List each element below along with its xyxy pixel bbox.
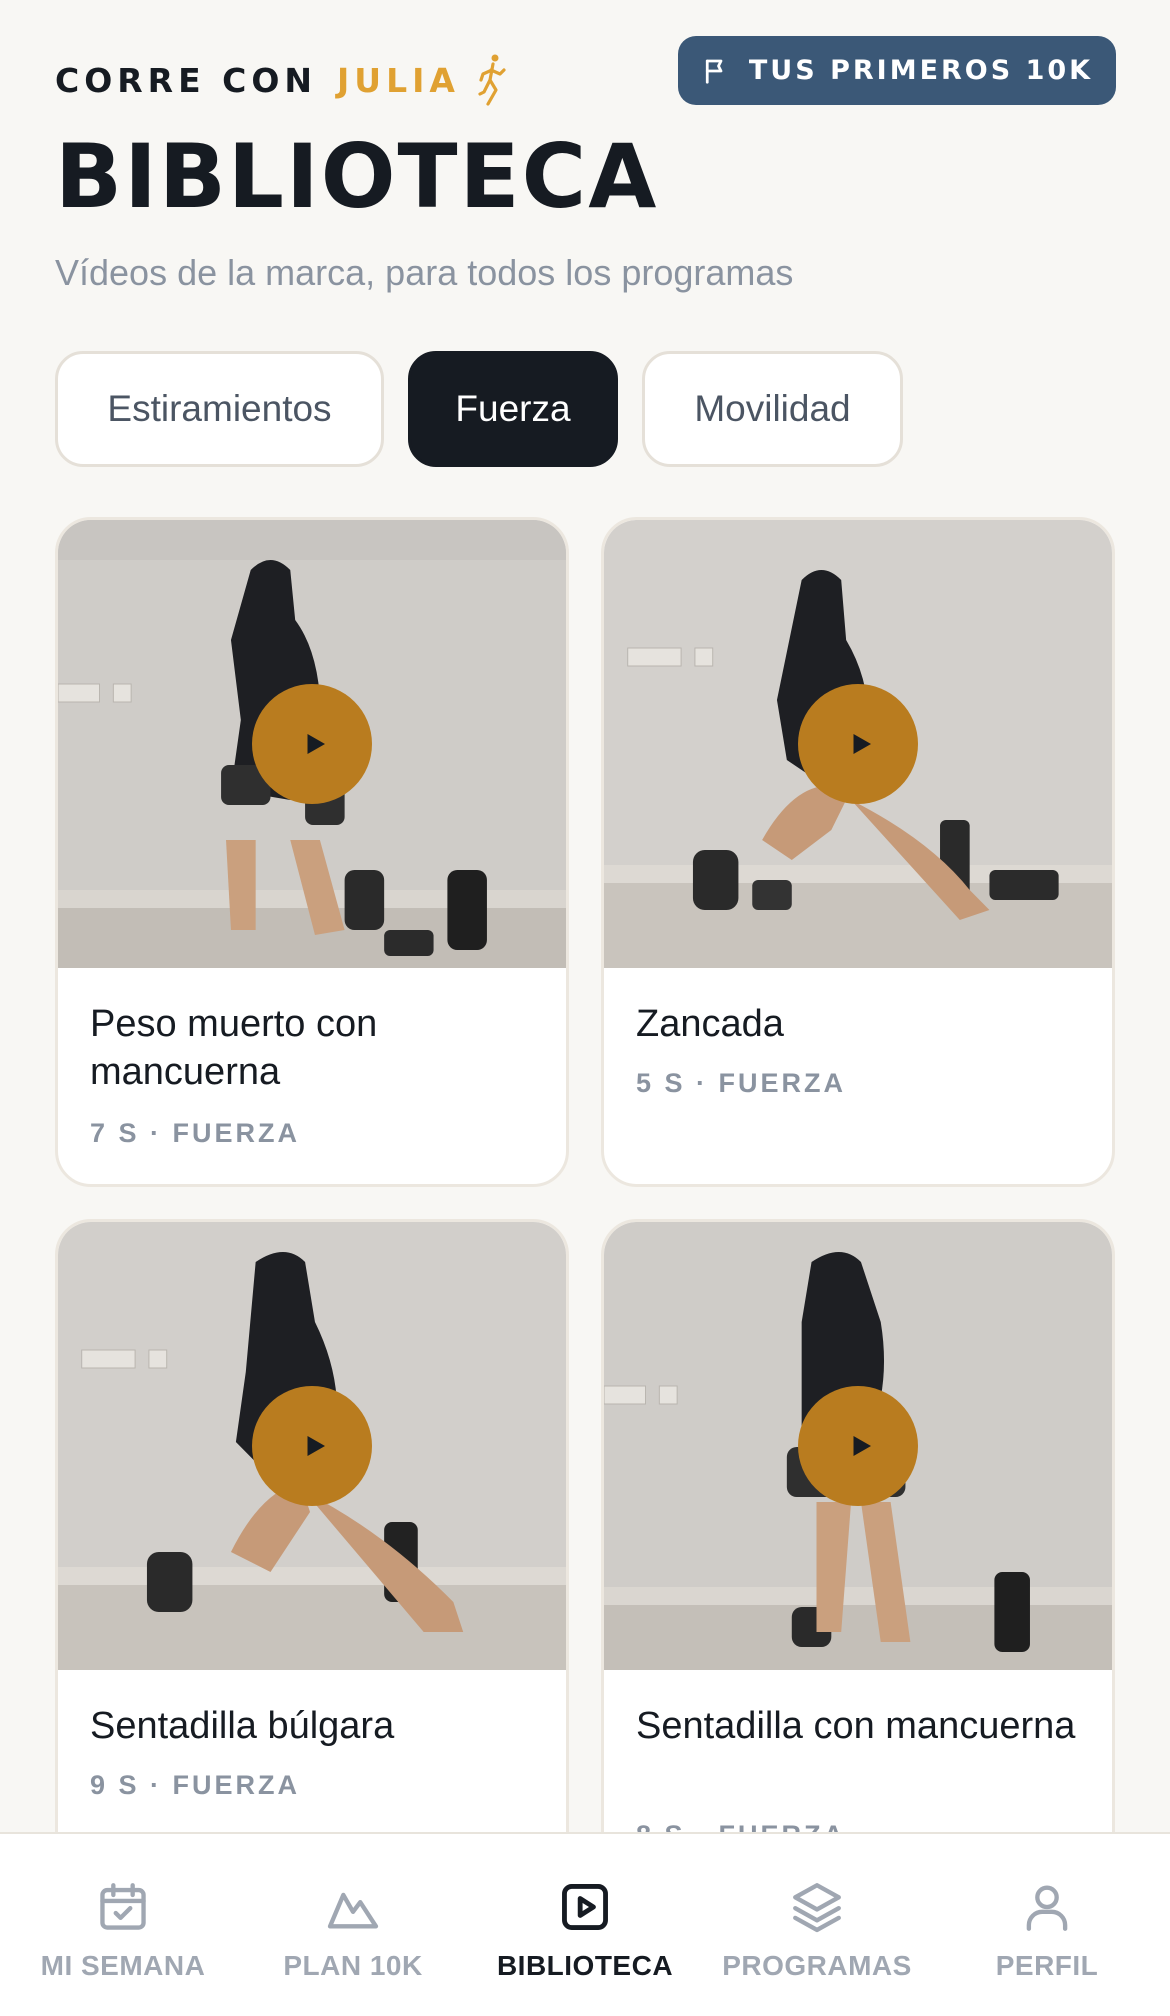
video-card[interactable]: Peso muerto con mancuerna 7 S · FUERZA <box>55 517 569 1187</box>
page-title: BIBLIOTECA <box>55 125 659 228</box>
brand-accent: JULIA <box>337 60 460 100</box>
nav-item-plan-10k[interactable]: PLAN 10K <box>236 1834 470 2016</box>
user-icon <box>1026 1885 1068 1931</box>
nav-item-perfil[interactable]: PERFIL <box>930 1834 1164 2016</box>
video-meta: 7 S · FUERZA <box>90 1118 301 1148</box>
play-button[interactable] <box>252 684 372 804</box>
app-header: CORRE CON JULIA TUS PRIMEROS 10K <box>0 0 1170 130</box>
nav-item-programas[interactable]: PROGRAMAS <box>700 1834 934 2016</box>
video-thumbnail[interactable] <box>58 1222 566 1670</box>
video-title: Sentadilla con mancuerna <box>636 1705 1076 1747</box>
flag-icon <box>705 59 723 84</box>
filter-chip-label: Fuerza <box>455 388 571 429</box>
brand-prefix: CORRE CON <box>55 60 318 100</box>
video-title: Zancada <box>636 1003 784 1045</box>
filter-chip-label: Movilidad <box>694 388 851 429</box>
nav-label: PROGRAMAS <box>722 1950 912 1981</box>
nav-label: PERFIL <box>995 1950 1099 1981</box>
program-selector-label: TUS PRIMEROS 10K <box>748 55 1094 86</box>
video-title: Peso muerto con mancuerna <box>90 1003 378 1093</box>
play-icon <box>853 1436 871 1456</box>
calendar-check-icon <box>100 1883 146 1930</box>
mountain-icon <box>327 1892 379 1929</box>
video-meta: 5 S · FUERZA <box>636 1068 847 1098</box>
filter-chip-movilidad[interactable]: Movilidad <box>642 351 903 467</box>
video-card[interactable]: Sentadilla con mancuerna 8 S · FUERZA <box>601 1219 1115 1832</box>
nav-item-mi-semana[interactable]: MI SEMANA <box>6 1834 240 2016</box>
video-thumbnail[interactable] <box>604 520 1112 968</box>
filter-chip-fuerza[interactable]: Fuerza <box>408 351 618 467</box>
filter-chip-label: Estiramientos <box>107 388 332 429</box>
play-icon <box>307 1436 325 1456</box>
play-button[interactable] <box>798 684 918 804</box>
nav-label: MI SEMANA <box>40 1950 206 1981</box>
filter-chip-estiramientos[interactable]: Estiramientos <box>55 351 384 467</box>
category-filter: Estiramientos Fuerza Movilidad <box>55 351 903 467</box>
video-card[interactable]: Zancada 5 S · FUERZA <box>601 517 1115 1187</box>
video-meta: 8 S · FUERZA <box>636 1820 846 1832</box>
video-card[interactable]: Sentadilla búlgara 9 S · FUERZA <box>55 1219 569 1832</box>
play-icon <box>307 734 325 754</box>
nav-label: PLAN 10K <box>283 1950 423 1981</box>
video-meta: 9 S · FUERZA <box>90 1770 301 1800</box>
program-selector-button[interactable]: TUS PRIMEROS 10K <box>678 36 1116 105</box>
bottom-navigation: MI SEMANA PLAN 10K BIBLIOTECA PROGRAMAS … <box>0 1832 1170 2016</box>
video-grid: Peso muerto con mancuerna 7 S · FUERZA Z… <box>55 517 1115 1832</box>
layers-icon <box>793 1883 841 1933</box>
nav-item-biblioteca[interactable]: BIBLIOTECA <box>468 1834 702 2016</box>
nav-label: BIBLIOTECA <box>496 1950 674 1981</box>
video-thumbnail[interactable] <box>58 520 566 968</box>
play-button[interactable] <box>798 1386 918 1506</box>
play-square-icon <box>562 1884 608 1930</box>
brand-logo[interactable]: CORRE CON JULIA <box>55 52 506 108</box>
play-button[interactable] <box>252 1386 372 1506</box>
page-subtitle: Vídeos de la marca, para todos los progr… <box>55 252 794 293</box>
play-icon <box>853 734 871 754</box>
runner-logo-icon <box>478 54 506 106</box>
video-title: Sentadilla búlgara <box>90 1705 395 1747</box>
video-thumbnail[interactable] <box>604 1222 1112 1670</box>
